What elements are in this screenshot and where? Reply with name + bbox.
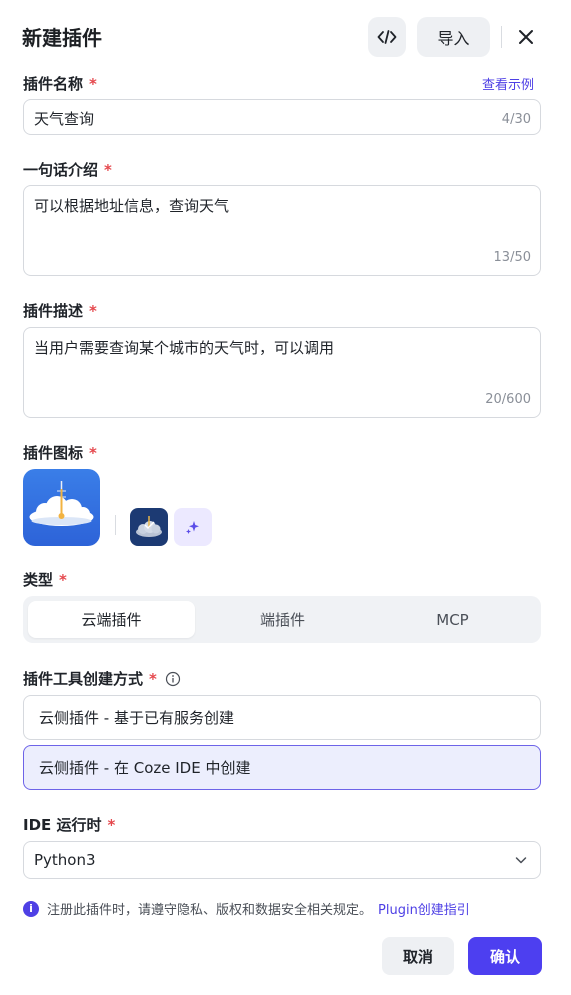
type-option-cloud[interactable]: 云端插件 xyxy=(28,601,195,638)
code-icon xyxy=(377,30,397,44)
ide-runtime-label: IDE 运行时 * xyxy=(23,816,116,834)
type-segmented-control: 云端插件 端插件 MCP xyxy=(23,596,541,643)
type-option-device[interactable]: 端插件 xyxy=(199,601,366,638)
info-icon[interactable] xyxy=(165,671,181,687)
cloud-thermometer-icon xyxy=(29,481,94,526)
import-label: 导入 xyxy=(437,29,470,48)
plugin-icon-upload[interactable] xyxy=(23,469,100,546)
icon-separator xyxy=(115,515,116,535)
info-icon: i xyxy=(23,900,39,917)
confirm-button[interactable]: 确认 xyxy=(468,937,542,975)
type-label: 类型 * xyxy=(23,571,67,589)
ide-runtime-value: Python3 xyxy=(34,851,96,869)
description-value: 当用户需要查询某个城市的天气时，可以调用 xyxy=(34,339,335,357)
close-icon xyxy=(519,30,533,44)
close-button[interactable] xyxy=(510,21,542,53)
ide-runtime-select[interactable]: Python3 xyxy=(23,841,541,879)
plugin-icon-label: 插件图标 * xyxy=(23,444,97,462)
plugin-name-label: 插件名称 * xyxy=(23,75,97,93)
intro-textarea[interactable]: 可以根据地址信息，查询天气 13/50 xyxy=(23,185,541,276)
import-button[interactable]: 导入 xyxy=(417,17,490,57)
plugin-name-value: 天气查询 xyxy=(34,110,95,128)
dialog-title: 新建插件 xyxy=(22,26,102,50)
intro-label: 一句话介绍 * xyxy=(23,161,112,179)
creation-option-coze-ide[interactable]: 云侧插件 - 在 Coze IDE 中创建 xyxy=(23,745,541,790)
cloud-thumbnail-icon xyxy=(136,516,162,537)
view-example-link[interactable]: 查看示例 xyxy=(482,74,534,93)
code-view-button[interactable] xyxy=(368,17,406,57)
description-counter: 20/600 xyxy=(485,392,531,407)
notice-text: 注册此插件时，请遵守隐私、版权和数据安全相关规定。 xyxy=(47,903,373,918)
creation-option-existing-service[interactable]: 云侧插件 - 基于已有服务创建 xyxy=(23,695,541,740)
cancel-button[interactable]: 取消 xyxy=(382,937,454,975)
header-divider xyxy=(501,26,502,48)
description-label: 插件描述 * xyxy=(23,302,97,320)
plugin-name-input[interactable]: 天气查询 4/30 xyxy=(23,99,541,135)
chevron-down-icon xyxy=(515,857,527,864)
creation-method-label: 插件工具创建方式 * xyxy=(23,668,181,689)
plugin-guide-link[interactable]: Plugin创建指引 xyxy=(378,899,470,918)
ai-generate-icon-button[interactable] xyxy=(174,508,212,546)
type-option-mcp[interactable]: MCP xyxy=(369,601,536,638)
plugin-name-counter: 4/30 xyxy=(501,112,531,127)
compliance-notice: i 注册此插件时，请遵守隐私、版权和数据安全相关规定。 Plugin创建指引 xyxy=(23,899,470,918)
description-textarea[interactable]: 当用户需要查询某个城市的天气时，可以调用 20/600 xyxy=(23,327,541,418)
intro-counter: 13/50 xyxy=(493,250,531,265)
intro-value: 可以根据地址信息，查询天气 xyxy=(34,197,230,215)
sparkle-icon xyxy=(186,521,199,534)
icon-option-thumbnail[interactable] xyxy=(130,508,168,546)
